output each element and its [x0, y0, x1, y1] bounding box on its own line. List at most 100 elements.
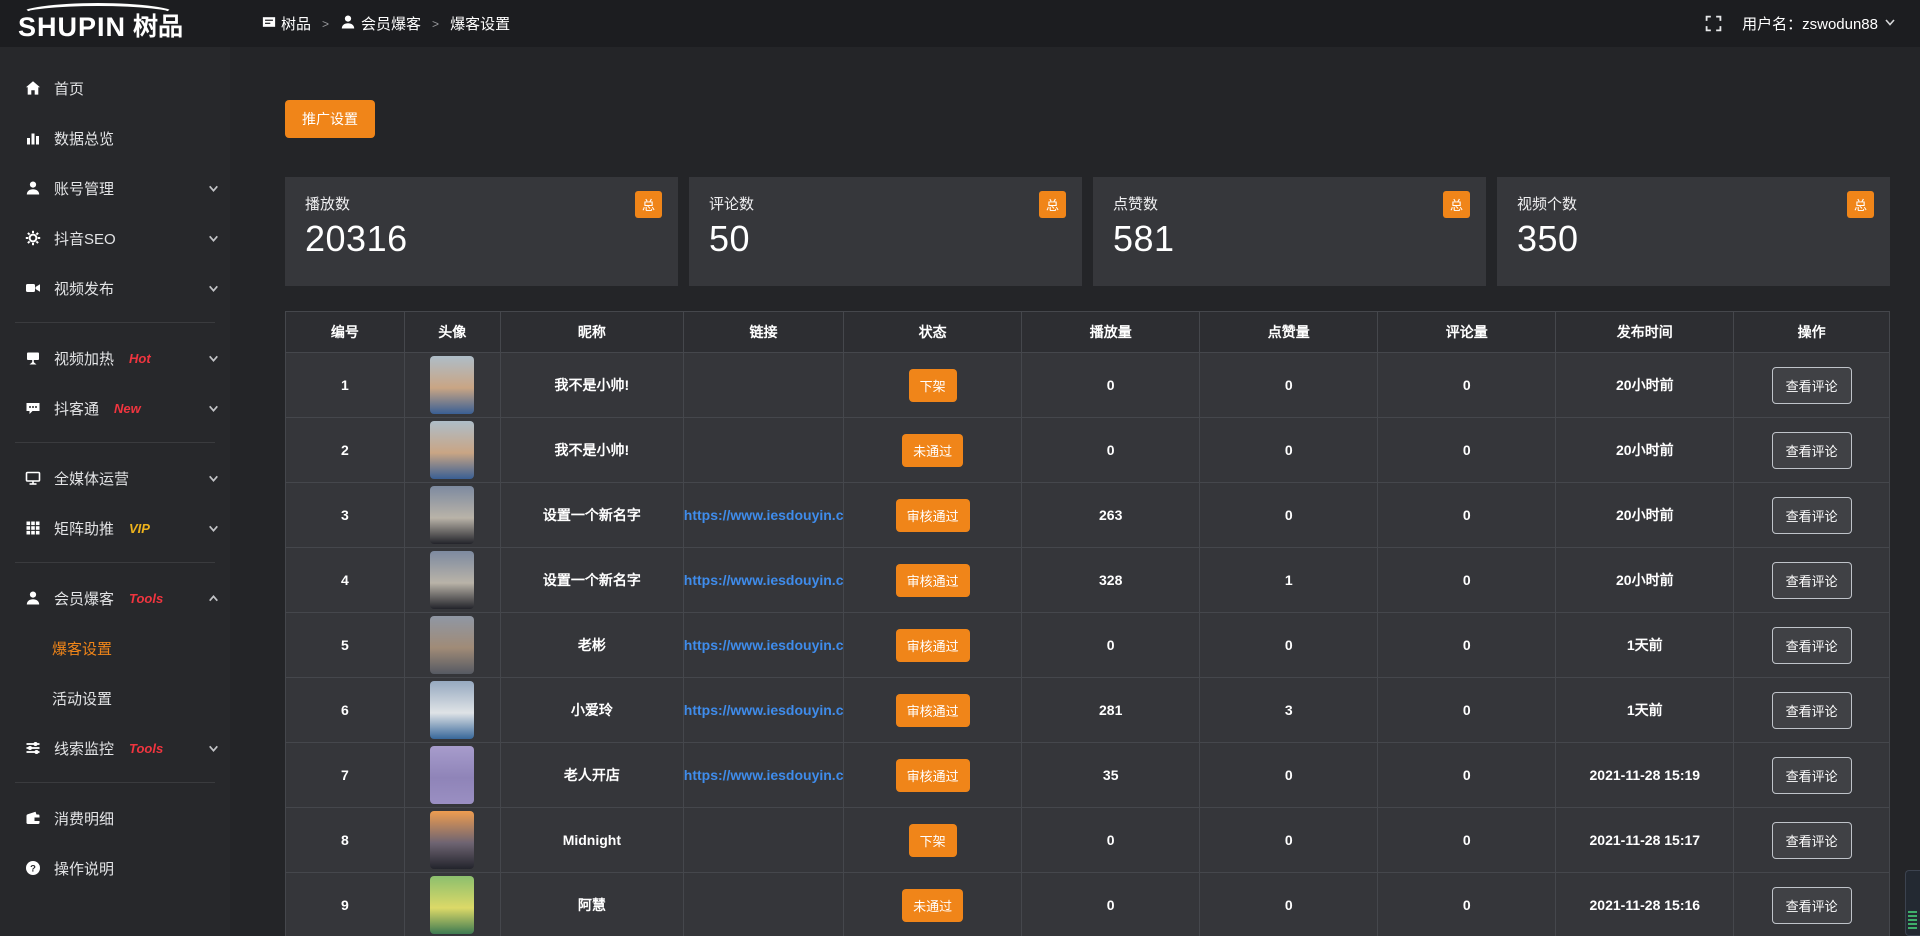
sidebar-item-douketong[interactable]: 抖客通New [0, 383, 230, 433]
view-comments-button[interactable]: 查看评论 [1772, 692, 1852, 729]
sidebar-item-label: 操作说明 [54, 858, 114, 879]
view-comments-button[interactable]: 查看评论 [1772, 367, 1852, 404]
bar-chart-icon [24, 129, 42, 147]
avatar [430, 811, 474, 869]
view-comments-button[interactable]: 查看评论 [1772, 627, 1852, 664]
sidebar-item-clue-monitor[interactable]: 线索监控Tools [0, 723, 230, 773]
videos-table: 编号头像昵称链接状态播放量点赞量评论量发布时间操作 1我不是小帅!下架00020… [285, 311, 1890, 936]
video-link[interactable]: https://www.iesdouyin.c [684, 637, 844, 653]
table-row: 4设置一个新名字https://www.iesdouyin.c审核通过32810… [286, 548, 1890, 613]
breadcrumb-label: 爆客设置 [450, 13, 510, 34]
sidebar-item-matrix-boost[interactable]: 矩阵助推VIP [0, 503, 230, 553]
member-icon [340, 14, 361, 34]
video-link[interactable]: https://www.iesdouyin.c [684, 572, 844, 588]
stat-card: 播放数20316总 [285, 177, 678, 286]
sidebar-item-label: 活动设置 [52, 688, 112, 709]
view-comments-button[interactable]: 查看评论 [1772, 757, 1852, 794]
sidebar-item-label: 视频加热 [54, 348, 114, 369]
view-comments-button[interactable]: 查看评论 [1772, 887, 1852, 924]
cell-action: 查看评论 [1734, 808, 1890, 873]
avatar [430, 876, 474, 934]
topbar: SHUPIN 树品 树品 > 会员爆客 > 爆客设置 用户名：zswodun88 [0, 0, 1920, 47]
cell-plays: 263 [1022, 483, 1200, 548]
status-button[interactable]: 审核通过 [896, 564, 970, 597]
sidebar-item-video-heat[interactable]: 视频加热 Hot [0, 333, 230, 383]
promo-settings-button[interactable]: 推广设置 [285, 100, 375, 138]
status-button[interactable]: 下架 [909, 369, 957, 402]
user-icon [24, 179, 42, 197]
cell-avatar [404, 678, 500, 743]
sidebar-item-data-overview[interactable]: 数据总览 [0, 113, 230, 163]
avatar [430, 616, 474, 674]
sidebar-item-badge: Tools [129, 591, 163, 606]
cell-comments: 0 [1378, 743, 1556, 808]
floating-widget[interactable] [1905, 870, 1920, 936]
sidebar-nav: 首页数据总览账号管理抖音SEO 视频发布视频加热 Hot 抖客通New 全媒体运营矩阵助… [0, 47, 230, 936]
cell-plays: 328 [1022, 548, 1200, 613]
sidebar-item-account-manage[interactable]: 账号管理 [0, 163, 230, 213]
status-button[interactable]: 审核通过 [896, 629, 970, 662]
sidebar-item-all-media[interactable]: 全媒体运营 [0, 453, 230, 503]
video-camera-icon [24, 279, 42, 297]
status-button[interactable]: 下架 [909, 824, 957, 857]
breadcrumb-item-member[interactable]: 会员爆客 [340, 13, 421, 34]
status-button[interactable]: 未通过 [902, 434, 963, 467]
sidebar-item-label: 爆客设置 [52, 638, 112, 659]
cell-action: 查看评论 [1734, 613, 1890, 678]
stat-card-value: 350 [1517, 218, 1870, 260]
status-button[interactable]: 审核通过 [896, 759, 970, 792]
sidebar-item-home[interactable]: 首页 [0, 63, 230, 113]
breadcrumb-item-home[interactable]: 树品 [262, 13, 311, 34]
cell-status: 下架 [844, 808, 1022, 873]
view-comments-button[interactable]: 查看评论 [1772, 432, 1852, 469]
home-icon [24, 79, 42, 97]
stat-card-label: 点赞数 [1113, 193, 1466, 214]
video-link[interactable]: https://www.iesdouyin.c [684, 507, 844, 523]
total-badge: 总 [1039, 191, 1066, 218]
cell-plays: 0 [1022, 808, 1200, 873]
video-link[interactable]: https://www.iesdouyin.c [684, 767, 844, 783]
view-comments-button[interactable]: 查看评论 [1772, 822, 1852, 859]
sidebar-item-baoke-settings[interactable]: 爆客设置 [0, 623, 230, 673]
cell-avatar [404, 548, 500, 613]
sidebar-item-operation-guide[interactable]: ?操作说明 [0, 843, 230, 893]
cell-likes: 1 [1200, 548, 1378, 613]
sidebar-item-video-publish[interactable]: 视频发布 [0, 263, 230, 313]
sidebar-item-douyin-seo[interactable]: 抖音SEO [0, 213, 230, 263]
stat-card-label: 播放数 [305, 193, 658, 214]
cell-publish-time: 20小时前 [1556, 483, 1734, 548]
table-row: 3设置一个新名字https://www.iesdouyin.c审核通过26300… [286, 483, 1890, 548]
view-comments-button[interactable]: 查看评论 [1772, 497, 1852, 534]
status-button[interactable]: 审核通过 [896, 499, 970, 532]
sidebar-item-label: 抖音SEO [54, 228, 116, 249]
cell-avatar [404, 613, 500, 678]
cell-id: 3 [286, 483, 405, 548]
sidebar-item-consume-detail[interactable]: 消费明细 [0, 793, 230, 843]
stat-card-value: 581 [1113, 218, 1466, 260]
view-comments-button[interactable]: 查看评论 [1772, 562, 1852, 599]
sidebar-item-badge: Tools [129, 741, 163, 756]
sliders-icon [24, 739, 42, 757]
status-button[interactable]: 未通过 [902, 889, 963, 922]
sidebar-divider [15, 562, 215, 563]
cell-id: 9 [286, 873, 405, 936]
cell-action: 查看评论 [1734, 678, 1890, 743]
chevron-down-icon [207, 742, 220, 755]
sidebar-item-activity-settings[interactable]: 活动设置 [0, 673, 230, 723]
fullscreen-icon[interactable] [1705, 15, 1722, 32]
video-link[interactable]: https://www.iesdouyin.c [684, 702, 844, 718]
cell-plays: 0 [1022, 353, 1200, 418]
cell-status: 审核通过 [844, 548, 1022, 613]
column-header: 评论量 [1378, 312, 1556, 353]
sidebar-item-badge: Hot [129, 351, 151, 366]
cell-plays: 0 [1022, 418, 1200, 483]
cell-avatar [404, 418, 500, 483]
cell-nickname: 我不是小帅! [500, 418, 683, 483]
sidebar-item-member-baoke[interactable]: 会员爆客Tools [0, 573, 230, 623]
cell-avatar [404, 873, 500, 936]
status-button[interactable]: 审核通过 [896, 694, 970, 727]
sidebar-item-label: 视频发布 [54, 278, 114, 299]
sidebar-item-label: 数据总览 [54, 128, 114, 149]
user-menu[interactable]: 用户名：zswodun88 [1742, 13, 1896, 34]
cell-publish-time: 1天前 [1556, 678, 1734, 743]
